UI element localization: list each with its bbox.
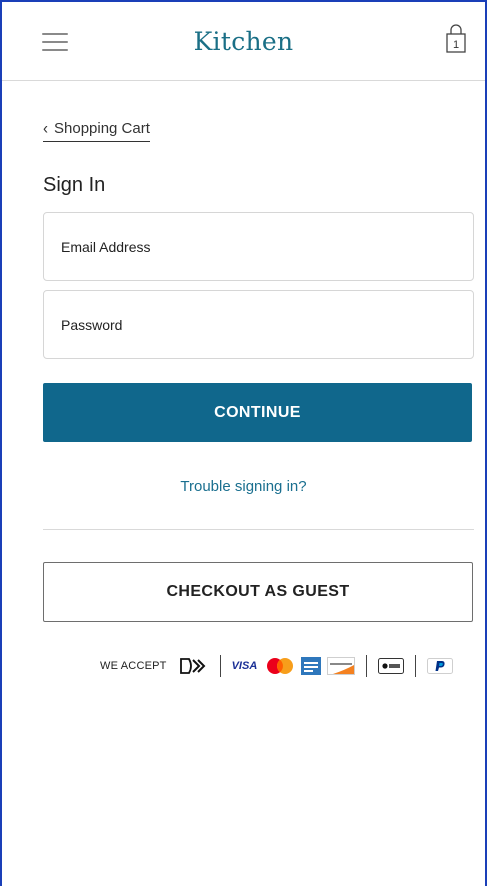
section-divider (43, 529, 474, 530)
password-input[interactable] (61, 316, 473, 333)
site-header: Kitchen 1 (2, 2, 485, 81)
payment-separator (366, 655, 368, 677)
payment-separator (219, 655, 221, 677)
visa-icon: VISA (231, 660, 258, 672)
trouble-signing-in-link[interactable]: Trouble signing in? (0, 478, 487, 495)
chevron-left-icon: ‹ (43, 118, 48, 138)
back-link-label: Shopping Cart (54, 119, 150, 137)
discover-icon (327, 657, 356, 675)
sign-in-heading: Sign In (43, 174, 106, 196)
apple-pay-icon (378, 658, 405, 674)
back-to-shopping-cart-link[interactable]: ‹ Shopping Cart (43, 118, 150, 142)
we-accept-label: WE ACCEPT (100, 660, 167, 672)
email-field[interactable] (43, 212, 474, 281)
payment-separator (415, 655, 417, 677)
contactless-icon (179, 657, 209, 675)
shopping-bag-icon[interactable]: 1 (444, 22, 468, 56)
email-input[interactable] (61, 238, 473, 255)
checkout-as-guest-button[interactable]: CHECKOUT AS GUEST (43, 562, 473, 622)
site-logo[interactable]: Kitchen (2, 27, 485, 56)
paypal-icon (427, 658, 454, 674)
mastercard-icon (265, 657, 295, 675)
cart-count-badge: 1 (452, 39, 460, 51)
amex-icon (301, 657, 322, 675)
accepted-payments: WE ACCEPT VISA (100, 655, 454, 677)
password-field[interactable] (43, 290, 474, 359)
continue-button[interactable]: CONTINUE (43, 383, 472, 442)
